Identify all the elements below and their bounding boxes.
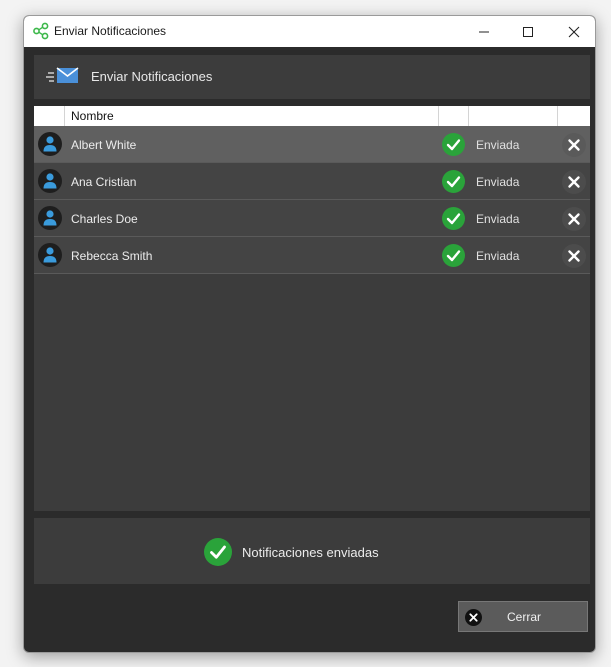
check-circle-icon bbox=[442, 244, 465, 267]
check-circle-icon bbox=[442, 207, 465, 230]
status-text: Enviada bbox=[476, 249, 520, 263]
column-separator[interactable] bbox=[468, 106, 469, 126]
user-avatar-icon bbox=[38, 243, 62, 267]
user-avatar-icon bbox=[38, 206, 62, 230]
table-row[interactable]: Ana Cristian Enviada bbox=[34, 163, 590, 200]
maximize-icon bbox=[523, 26, 533, 37]
envelope-send-icon bbox=[46, 67, 79, 83]
user-avatar-icon bbox=[38, 169, 62, 193]
remove-icon[interactable] bbox=[562, 133, 586, 157]
result-panel: Notificaciones enviadas bbox=[34, 518, 590, 584]
close-button[interactable]: Cerrar bbox=[458, 601, 588, 632]
recipients-list: Nombre Albert White Enviada Ana Cristian… bbox=[34, 106, 590, 511]
result-message: Notificaciones enviadas bbox=[242, 545, 379, 560]
table-header: Nombre bbox=[34, 106, 590, 126]
maximize-button[interactable] bbox=[505, 16, 551, 47]
title-bar[interactable]: Enviar Notificaciones bbox=[24, 16, 595, 47]
user-avatar-icon bbox=[38, 132, 62, 156]
header-panel: Enviar Notificaciones bbox=[34, 55, 590, 99]
share-nodes-icon bbox=[33, 22, 49, 40]
dialog-window: Enviar Notificaciones Enviar Notificacio… bbox=[23, 15, 596, 653]
check-circle-icon bbox=[442, 170, 465, 193]
table-row[interactable]: Charles Doe Enviada bbox=[34, 200, 590, 237]
status-text: Enviada bbox=[476, 212, 520, 226]
column-header-nombre[interactable]: Nombre bbox=[71, 109, 114, 123]
table-row[interactable]: Albert White Enviada bbox=[34, 126, 590, 163]
recipient-name: Rebecca Smith bbox=[71, 249, 153, 263]
window-close-button[interactable] bbox=[551, 16, 595, 47]
minimize-icon bbox=[479, 31, 489, 32]
column-separator[interactable] bbox=[64, 106, 65, 126]
check-circle-icon bbox=[204, 538, 232, 566]
column-separator[interactable] bbox=[438, 106, 439, 126]
remove-icon[interactable] bbox=[562, 170, 586, 194]
column-separator[interactable] bbox=[557, 106, 558, 126]
header-title: Enviar Notificaciones bbox=[91, 69, 213, 84]
recipient-name: Albert White bbox=[71, 138, 137, 152]
status-text: Enviada bbox=[476, 138, 520, 152]
recipient-name: Ana Cristian bbox=[71, 175, 137, 189]
table-row[interactable]: Rebecca Smith Enviada bbox=[34, 237, 590, 274]
recipient-name: Charles Doe bbox=[71, 212, 138, 226]
window-title: Enviar Notificaciones bbox=[54, 24, 167, 38]
minimize-button[interactable] bbox=[461, 16, 507, 47]
close-icon bbox=[568, 26, 580, 37]
status-text: Enviada bbox=[476, 175, 520, 189]
check-circle-icon bbox=[442, 133, 465, 156]
close-button-label: Cerrar bbox=[506, 610, 541, 624]
remove-icon[interactable] bbox=[562, 207, 586, 231]
remove-icon[interactable] bbox=[562, 244, 586, 268]
